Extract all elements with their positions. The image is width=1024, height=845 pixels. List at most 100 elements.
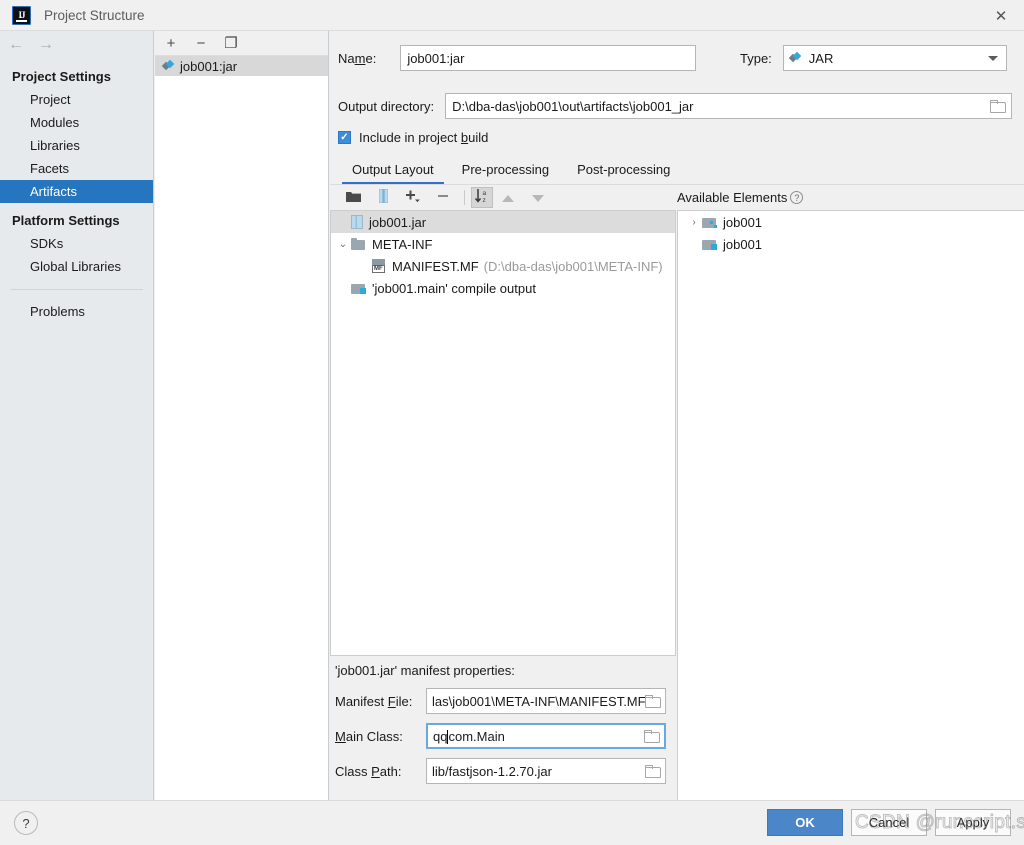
- editor-tabs: Output Layout Pre-processing Post-proces…: [338, 156, 684, 185]
- tab-output-layout[interactable]: Output Layout: [338, 156, 448, 185]
- svg-text:z: z: [482, 197, 485, 203]
- manifest-properties-title: 'job001.jar' manifest properties:: [335, 663, 515, 678]
- add-element-button[interactable]: [398, 189, 428, 206]
- folder-browse-icon[interactable]: [990, 100, 1007, 113]
- copy-artifact-button[interactable]: ❐: [224, 36, 238, 51]
- sidebar-item-libraries[interactable]: Libraries: [0, 134, 153, 157]
- list-item[interactable]: job001: [678, 233, 1024, 255]
- available-elements-title: Available Elements: [677, 190, 788, 205]
- available-elements-header: Available Elements ?: [677, 185, 1024, 210]
- folder-browse-icon[interactable]: [645, 695, 661, 708]
- artifact-name-value: job001:jar: [407, 50, 465, 66]
- tree-row[interactable]: 'job001.main' compile output: [331, 277, 675, 299]
- main-class-value: qqcom.Main: [433, 728, 505, 744]
- available-elements-tree[interactable]: › job001 job001: [677, 210, 1024, 826]
- jar-artifact-icon: [790, 53, 801, 64]
- class-path-input[interactable]: lib/fastjson-1.2.70.jar: [426, 758, 666, 784]
- sidebar-group-project-settings: Project Settings: [12, 69, 111, 84]
- sidebar-divider: [10, 289, 143, 290]
- manifest-file-label: Manifest File:: [335, 693, 413, 709]
- logo-text: IJ: [18, 10, 25, 20]
- help-icon[interactable]: ?: [790, 191, 804, 204]
- move-down-button[interactable]: [523, 190, 553, 206]
- remove-element-button[interactable]: [428, 189, 458, 206]
- help-button[interactable]: ?: [14, 811, 38, 835]
- artifact-list-item-label: job001:jar: [180, 58, 238, 74]
- sidebar-item-project[interactable]: Project: [0, 88, 153, 111]
- remove-artifact-button[interactable]: −: [194, 36, 208, 51]
- close-icon[interactable]: ✕: [978, 0, 1024, 31]
- artifact-list-item[interactable]: job001:jar: [155, 56, 328, 76]
- manifest-file-icon: [371, 259, 387, 273]
- tree-row-label: job001.jar: [369, 214, 427, 230]
- sidebar-item-facets[interactable]: Facets: [0, 157, 153, 180]
- module-test-output-icon: [702, 216, 717, 228]
- artifact-type-value: JAR: [808, 50, 834, 66]
- output-layout-toolbar: az: [330, 185, 676, 210]
- folder-browse-icon[interactable]: [645, 765, 661, 778]
- sort-elements-button[interactable]: az: [471, 187, 493, 208]
- svg-text:a: a: [482, 190, 486, 197]
- module-output-icon: [702, 238, 717, 250]
- include-in-build-checkbox[interactable]: [338, 131, 351, 144]
- arrow-left-icon[interactable]: ←: [8, 37, 24, 53]
- intellij-logo-icon: IJ: [12, 5, 31, 25]
- tree-row-path: (D:\dba-das\job001\META-INF): [483, 258, 663, 274]
- sidebar-item-modules[interactable]: Modules: [0, 111, 153, 134]
- artifacts-list-toolbar: + − ❐: [155, 31, 328, 56]
- sidebar-item-artifacts[interactable]: Artifacts: [0, 180, 153, 203]
- list-item[interactable]: › job001: [678, 211, 1024, 233]
- main-class-row: Main Class: qqcom.Main: [330, 723, 676, 749]
- type-label: Type:: [740, 50, 772, 66]
- add-archive-button[interactable]: [368, 188, 398, 206]
- artifact-editor-panel: Name: job001:jar Type: JAR Output direct…: [330, 31, 1024, 826]
- main-class-input[interactable]: qqcom.Main: [426, 723, 666, 749]
- sidebar-item-global-libraries[interactable]: Global Libraries: [0, 255, 153, 278]
- artifact-name-input[interactable]: job001:jar: [400, 45, 697, 71]
- output-directory-label: Output directory:: [338, 98, 435, 114]
- toolbar-separator: [464, 190, 465, 205]
- output-layout-tree[interactable]: job001.jar ⌄ META-INF MANIFEST.MF (D:\db…: [330, 210, 676, 656]
- tab-post-processing[interactable]: Post-processing: [563, 156, 684, 185]
- tree-row-label: META-INF: [372, 236, 433, 252]
- include-in-build-label: Include in project build: [359, 130, 489, 145]
- tree-row[interactable]: MANIFEST.MF (D:\dba-das\job001\META-INF): [331, 255, 675, 277]
- manifest-file-row: Manifest File: las\job001\META-INF\MANIF…: [330, 688, 676, 714]
- class-path-value: lib/fastjson-1.2.70.jar: [432, 763, 552, 779]
- class-path-row: Class Path: lib/fastjson-1.2.70.jar: [330, 758, 676, 784]
- list-item-label: job001: [723, 236, 763, 252]
- tree-row[interactable]: job001.jar: [331, 211, 675, 233]
- output-directory-input[interactable]: D:\dba-das\job001\out\artifacts\job001_j…: [445, 93, 1013, 119]
- sidebar-group-platform-settings: Platform Settings: [12, 213, 120, 228]
- arrow-right-icon[interactable]: →: [38, 37, 54, 53]
- tab-pre-processing[interactable]: Pre-processing: [448, 156, 563, 185]
- class-path-label: Class Path:: [335, 763, 402, 779]
- chevron-right-icon[interactable]: ›: [686, 217, 702, 228]
- tree-row-label: MANIFEST.MF: [392, 258, 479, 274]
- jar-file-icon: [351, 215, 363, 229]
- manifest-file-value: las\job001\META-INF\MANIFEST.MF: [432, 693, 645, 709]
- name-label: Name:: [338, 50, 377, 66]
- jar-artifact-icon: [163, 61, 174, 72]
- nav-arrows: ← →: [0, 31, 153, 59]
- artifact-type-select[interactable]: JAR: [782, 45, 1007, 71]
- folder-browse-icon[interactable]: [644, 730, 660, 743]
- chevron-down-icon[interactable]: ⌄: [335, 239, 351, 250]
- title-bar: IJ Project Structure ✕: [0, 0, 1024, 31]
- list-item-label: job001: [723, 214, 763, 230]
- add-directory-button[interactable]: [338, 190, 368, 206]
- folder-icon: [351, 238, 366, 250]
- apply-button[interactable]: Apply: [935, 809, 1011, 836]
- project-structure-dialog: IJ Project Structure ✕ ← → Project Setti…: [0, 0, 1024, 845]
- manifest-file-input[interactable]: las\job001\META-INF\MANIFEST.MF: [426, 688, 666, 714]
- move-up-button[interactable]: [493, 190, 523, 206]
- ok-button[interactable]: OK: [767, 809, 843, 836]
- cancel-button[interactable]: Cancel: [851, 809, 927, 836]
- window-title: Project Structure: [44, 7, 145, 23]
- tree-row-label: 'job001.main' compile output: [372, 280, 536, 296]
- tree-row[interactable]: ⌄ META-INF: [331, 233, 675, 255]
- settings-sidebar: ← → Project Settings Project Modules Lib…: [0, 31, 154, 800]
- sidebar-item-sdks[interactable]: SDKs: [0, 232, 153, 255]
- add-artifact-button[interactable]: +: [164, 36, 178, 51]
- sidebar-item-problems[interactable]: Problems: [0, 300, 153, 323]
